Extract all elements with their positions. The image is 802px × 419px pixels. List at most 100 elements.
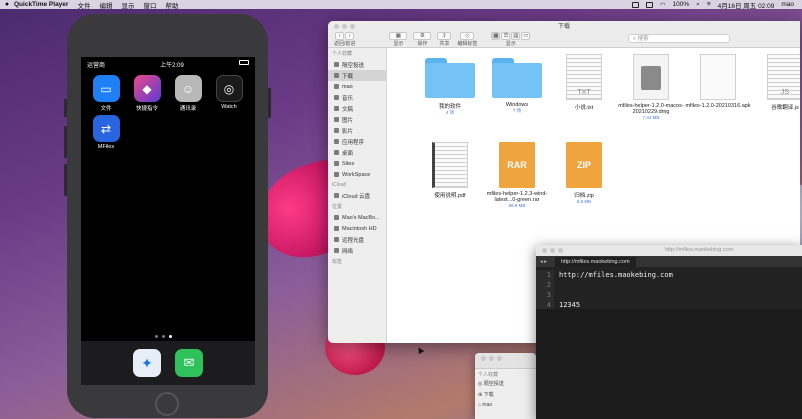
forward-button[interactable]: › [345, 31, 355, 40]
file-item[interactable]: Windows 7 项 [482, 58, 552, 114]
rar-archive-icon: RAR [499, 142, 535, 188]
file-item[interactable]: TXT 小说.txt [549, 54, 619, 111]
secondary-finder-toolbar[interactable] [475, 353, 536, 369]
minimize-button[interactable] [489, 356, 494, 361]
sidebar-item-label: 桌面 [342, 150, 354, 157]
tag-button[interactable]: ◇ [460, 31, 475, 40]
phone-screen[interactable]: 运营商 上午2:09 ▭ 文件 ◆ 快捷指令 ☺ 通讯录 ◎ Watch ⇄ M… [81, 57, 255, 385]
line-number: 3 [546, 291, 551, 299]
sidebar-item[interactable]: WorkSpace [328, 169, 386, 180]
sidebar-item[interactable]: 桌面 [328, 147, 386, 158]
user-menu[interactable]: mao [781, 1, 794, 8]
share-button[interactable]: ⇪ [437, 31, 452, 40]
file-item[interactable]: JS 谷歌翻译.js [750, 54, 800, 111]
file-item[interactable]: ZIP 归档.zip 8.5 MB [549, 142, 619, 204]
volume-up-button[interactable] [64, 126, 67, 158]
sidebar-item-icon [334, 150, 339, 155]
menu-edit[interactable]: 编辑 [99, 0, 112, 10]
screen-record-icon[interactable] [631, 1, 639, 8]
file-item[interactable]: 我的软件 4 项 [415, 58, 485, 116]
zoom-button[interactable] [497, 356, 502, 361]
pdf-file-icon [432, 142, 468, 188]
safari-icon[interactable]: ✦ [133, 349, 161, 377]
list-view-button[interactable]: ☰ [501, 31, 511, 40]
sidebar-item[interactable]: iCloud 云盘 [328, 190, 386, 201]
app-mfiles[interactable]: ⇄ MFiles [89, 115, 123, 150]
carrier-label: 运营商 [87, 63, 106, 69]
battery-label[interactable]: 100% [673, 1, 690, 8]
action-button[interactable]: ⚙ [413, 31, 432, 40]
messages-icon[interactable]: ✉ [175, 349, 203, 377]
app-files[interactable]: ▭ 文件 [89, 75, 123, 112]
sidebar-item[interactable]: Mao's MacBo... [328, 212, 386, 223]
sidebar-item[interactable]: Macintosh HD [328, 223, 386, 234]
close-button[interactable] [481, 356, 486, 361]
app-shortcuts[interactable]: ◆ 快捷指令 [130, 75, 164, 112]
gallery-view-button[interactable]: ▭ [521, 31, 531, 40]
sidebar-item[interactable]: 下载 [328, 70, 386, 81]
file-item[interactable]: mfiles-helper-1.2.0-macos-20210229.dmg 7… [616, 54, 686, 120]
sidebar-item[interactable]: ⌂ mao [478, 400, 533, 410]
finder-titlebar[interactable]: 下载 [328, 21, 800, 31]
zoom-button[interactable] [558, 248, 563, 253]
minimize-button[interactable] [342, 24, 347, 29]
sidebar-item[interactable]: ◎ 隔空投送 [478, 378, 533, 389]
editor-empty-area[interactable] [536, 309, 802, 419]
power-button[interactable] [268, 88, 271, 118]
sidebar-item[interactable]: 图片 [328, 114, 386, 125]
page-indicator[interactable] [155, 335, 172, 338]
sidebar-item[interactable]: mao [328, 81, 386, 92]
close-button[interactable] [542, 248, 547, 253]
editor-tab[interactable]: http://mfiles.maokebing.com [555, 256, 636, 267]
sidebar-item[interactable]: 网络 [328, 245, 386, 256]
toolbar-label: 显示 [393, 40, 404, 47]
phone-time: 上午2:09 [160, 63, 184, 69]
zoom-button[interactable] [350, 24, 355, 29]
volume-down-button[interactable] [64, 164, 67, 196]
file-name: mfiles-1.2.0-20210316.apk [685, 103, 751, 109]
file-item[interactable]: RAR mfiles-helper-1.2.3-wind-latest...0-… [482, 142, 552, 208]
window-controls [481, 356, 502, 361]
app-watch[interactable]: ◎ Watch [212, 75, 246, 110]
view-options-button[interactable]: ▦ [389, 31, 408, 40]
file-item[interactable]: 使用说明.pdf [415, 142, 485, 199]
file-name: 使用说明.pdf [434, 193, 466, 199]
menu-window[interactable]: 窗口 [143, 0, 156, 10]
app-menu[interactable]: QuickTime Player [14, 1, 68, 8]
column-view-button[interactable]: ▥ [511, 31, 521, 40]
tab-nav-icon[interactable]: ◂ ▸ [540, 259, 547, 265]
minimize-button[interactable] [550, 248, 555, 253]
icon-view-button[interactable]: ▦ [491, 31, 501, 40]
control-center-icon[interactable]: ≡ [707, 1, 711, 8]
home-button[interactable] [155, 392, 179, 416]
menu-view[interactable]: 显示 [121, 0, 134, 10]
back-button[interactable]: ‹ [335, 31, 345, 40]
display-icon[interactable] [645, 1, 653, 8]
sidebar-item[interactable]: ⊕ 下载 [478, 389, 533, 400]
mute-switch[interactable] [64, 99, 67, 117]
sidebar-item-label: 图片 [342, 117, 354, 124]
page-dot [162, 335, 165, 338]
editor-titlebar[interactable]: http://mfiles.maokebing.com [536, 245, 802, 256]
apple-menu-icon[interactable]: ● [0, 1, 14, 8]
sidebar-item[interactable]: 影片 [328, 125, 386, 136]
app-contacts[interactable]: ☺ 通讯录 [171, 75, 205, 112]
sidebar-item[interactable]: 应用程序 [328, 136, 386, 147]
search-field[interactable]: ⌕ 搜索 [628, 34, 730, 43]
sidebar-item[interactable]: 隔空投送 [328, 59, 386, 70]
phone-status-bar: 运营商 上午2:09 [81, 57, 255, 69]
sidebar-item[interactable]: 文稿 [328, 103, 386, 114]
file-item[interactable]: mfiles-1.2.0-20210316.apk [683, 54, 753, 109]
sidebar-item-label: 应用程序 [342, 139, 365, 146]
sidebar-item[interactable]: 音乐 [328, 92, 386, 103]
sidebar-item[interactable]: 远程光盘 [328, 234, 386, 245]
search-icon[interactable]: ⌕ [696, 1, 700, 9]
file-info: 7.44 MB [642, 115, 660, 120]
wifi-icon[interactable]: ◠ [660, 1, 666, 9]
close-button[interactable] [334, 24, 339, 29]
clock[interactable]: 4月16日 周五 02:09 [718, 0, 775, 10]
menu-file[interactable]: 文件 [77, 0, 90, 10]
sidebar-item[interactable]: Sites [328, 158, 386, 169]
menu-help[interactable]: 帮助 [165, 0, 178, 10]
